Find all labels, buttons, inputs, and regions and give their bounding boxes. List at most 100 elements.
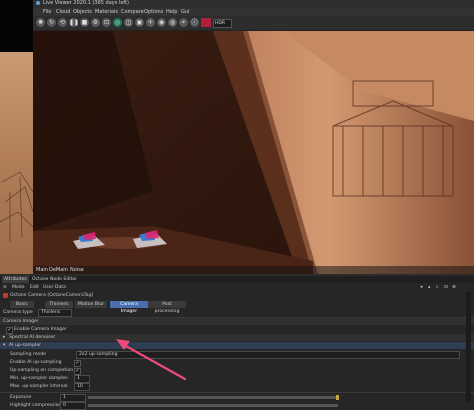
min-upsampler-samples-input[interactable]: 1	[74, 375, 90, 383]
lock-panel-icon[interactable]: ⊡	[444, 284, 448, 291]
restart-render-icon[interactable]: ↻	[47, 18, 56, 27]
object-picker-icon[interactable]: ◍	[168, 18, 177, 27]
sampling-mode-row: Sampling mode 2x2 up-sampling	[0, 351, 474, 359]
focus-picker-icon[interactable]: ✛	[146, 18, 155, 27]
enable-imager-label: Enable Camera Imager	[14, 327, 67, 332]
section-camera-imager-label: Camera Imager	[3, 319, 39, 324]
upsampling-on-completion-label: Up-sampling on completion	[10, 368, 74, 373]
up-arrow-icon[interactable]: ▴	[428, 284, 430, 291]
menu-objects[interactable]: Objects	[73, 9, 92, 15]
annotation-arrow-icon	[116, 339, 187, 381]
camera-type-dropdown[interactable]: Thinlens	[38, 309, 72, 317]
enable-imager-row: ✓ Enable Camera Imager	[0, 326, 474, 334]
upsampling-on-completion-row: Up-sampling on completion ✓	[0, 367, 474, 375]
max-upsampler-interval-label: Max. up-sampler interval	[10, 384, 68, 389]
exposure-slider-handle[interactable]	[336, 395, 339, 400]
subtab-post-processing[interactable]: Post processing	[148, 301, 186, 314]
pause-icon[interactable]: ❚❚	[69, 18, 79, 27]
menu-help[interactable]: Help	[166, 9, 177, 15]
film-region-icon[interactable]: ▣	[135, 18, 144, 27]
side-render-thumbnail	[0, 0, 34, 274]
stop-icon[interactable]: ■	[80, 18, 89, 27]
min-upsampler-samples-row: Min. up-sampler samples 1	[0, 375, 474, 383]
exposure-input[interactable]: 1	[60, 394, 86, 402]
live-viewer-window: Live Viewer 2020.1 (365 days left) File …	[33, 0, 474, 274]
attributes-panel: Attributes Octane Node Editor ≡ Mode Edi…	[0, 276, 474, 410]
highlight-compression-input[interactable]: 0	[60, 402, 86, 410]
highlight-compression-row: Highlight compression 0	[0, 402, 474, 410]
camera-type-row: Camera type Thinlens	[0, 309, 474, 317]
menu-file[interactable]: File	[43, 9, 51, 15]
subtab-basic[interactable]: Basic	[10, 301, 34, 308]
material-picker-icon[interactable]: ◉	[157, 18, 166, 27]
exposure-slider-track[interactable]	[88, 396, 338, 399]
search-icon[interactable]: ⌕	[436, 284, 439, 291]
max-upsampler-interval-input[interactable]: 10	[74, 383, 90, 391]
octane-camera-icon	[3, 293, 8, 298]
back-arrow-icon[interactable]: ◂	[420, 284, 422, 291]
enable-ai-upsampling-row: Enable AI up-sampling ✓	[0, 359, 474, 367]
min-upsampler-samples-label: Min. up-sampler samples	[10, 376, 68, 381]
object-title: Octane Camera [OctaneCameraTag]	[10, 293, 94, 298]
highlight-slider-track[interactable]	[88, 404, 338, 407]
status-demain[interactable]: DeMain	[49, 267, 68, 273]
spectral-ai-denoiser-label: Spectral AI denoiser	[9, 335, 56, 340]
pin-icon[interactable]: ◎	[113, 18, 122, 27]
collapse-arrow-icon[interactable]: ▾	[3, 342, 5, 349]
menu-icon[interactable]: ≡	[3, 284, 7, 291]
region-render-icon[interactable]: ◫	[124, 18, 133, 27]
max-upsampler-interval-row: Max. up-sampler interval 10	[0, 383, 474, 391]
viewer-toolbar: ✺ ↻ ⟲ ❚❚ ■ ⚙ ⊡ ◎ ◫ ▣ ✛ ◉ ◍ ⌖ ⓘ HDR	[33, 16, 474, 31]
panel-tab-bar: Attributes Octane Node Editor	[0, 276, 474, 283]
status-noise[interactable]: Noise	[70, 267, 84, 273]
enable-ai-upsampling-label: Enable AI up-sampling	[10, 360, 62, 365]
section-ai-up-sampler[interactable]: ▾ AI up-sampler	[0, 342, 474, 349]
lock-icon[interactable]: ⊡	[102, 18, 111, 27]
info-icon[interactable]: ⓘ	[190, 18, 199, 27]
title-bar: Live Viewer 2020.1 (365 days left)	[33, 0, 474, 8]
menu-edit[interactable]: Edit	[30, 284, 39, 291]
subtab-thinlens[interactable]: Thinlens	[45, 301, 73, 308]
subtab-camera-imager[interactable]: Camera Imager	[110, 301, 148, 314]
section-camera-imager[interactable]: Camera Imager	[0, 318, 474, 325]
highlight-compression-label: Highlight compression	[10, 403, 62, 408]
display-mode-dropdown[interactable]: HDR	[213, 19, 232, 28]
tab-octane-node-editor[interactable]: Octane Node Editor	[30, 276, 79, 283]
menu-compare[interactable]: Compare	[121, 9, 144, 15]
window-title: Live Viewer 2020.1 (365 days left)	[43, 0, 129, 6]
viewer-status-bar: Main DeMain Noise	[33, 266, 474, 274]
status-main[interactable]: Main	[36, 267, 48, 273]
color-swatch-icon[interactable]	[201, 18, 211, 27]
section-spectral-ai-denoiser[interactable]: ▸ Spectral AI denoiser	[0, 334, 474, 341]
exposure-label: Exposure	[10, 395, 32, 400]
clear-icon[interactable]: ⟲	[58, 18, 67, 27]
render-viewport[interactable]	[33, 31, 474, 274]
menu-gui[interactable]: Gui	[181, 9, 189, 15]
menu-cloud[interactable]: Cloud	[56, 9, 70, 15]
location-icon[interactable]: ⌖	[179, 18, 188, 27]
exposure-row: Exposure 1	[0, 394, 474, 402]
tab-attributes[interactable]: Attributes	[2, 276, 29, 283]
enable-imager-checkbox[interactable]: ✓	[6, 327, 13, 334]
ai-up-sampler-label: AI up-sampler	[9, 343, 42, 348]
panel-scrollbar[interactable]	[466, 292, 471, 402]
app-icon	[36, 1, 40, 5]
menu-mode[interactable]: Mode	[12, 284, 25, 291]
panel-menu: ≡ Mode Edit User Data ◂ ▴ ⌕ ⊡ ⊕	[0, 284, 474, 291]
menu-options[interactable]: Options	[144, 9, 163, 15]
menu-bar: File Cloud Objects Materials Compare Opt…	[33, 8, 474, 16]
sampling-mode-label: Sampling mode	[10, 352, 46, 357]
menu-materials[interactable]: Materials	[95, 9, 118, 15]
settings-gear-icon[interactable]: ⚙	[91, 18, 100, 27]
enable-ai-upsampling-checkbox[interactable]: ✓	[74, 360, 81, 367]
subtab-bar: Basic Thinlens Motion Blur Camera Imager…	[0, 301, 474, 314]
upsampling-on-completion-checkbox[interactable]: ✓	[74, 368, 81, 375]
camera-type-label: Camera type	[3, 310, 33, 315]
object-header: Octane Camera [OctaneCameraTag]	[0, 292, 474, 299]
expand-arrow-icon[interactable]: ▸	[3, 334, 5, 341]
render-image	[33, 31, 474, 274]
send-scene-icon[interactable]: ✺	[36, 18, 45, 27]
subtab-motion-blur[interactable]: Motion Blur	[75, 301, 107, 308]
menu-user-data[interactable]: User Data	[43, 284, 66, 291]
new-panel-icon[interactable]: ⊕	[452, 284, 456, 291]
